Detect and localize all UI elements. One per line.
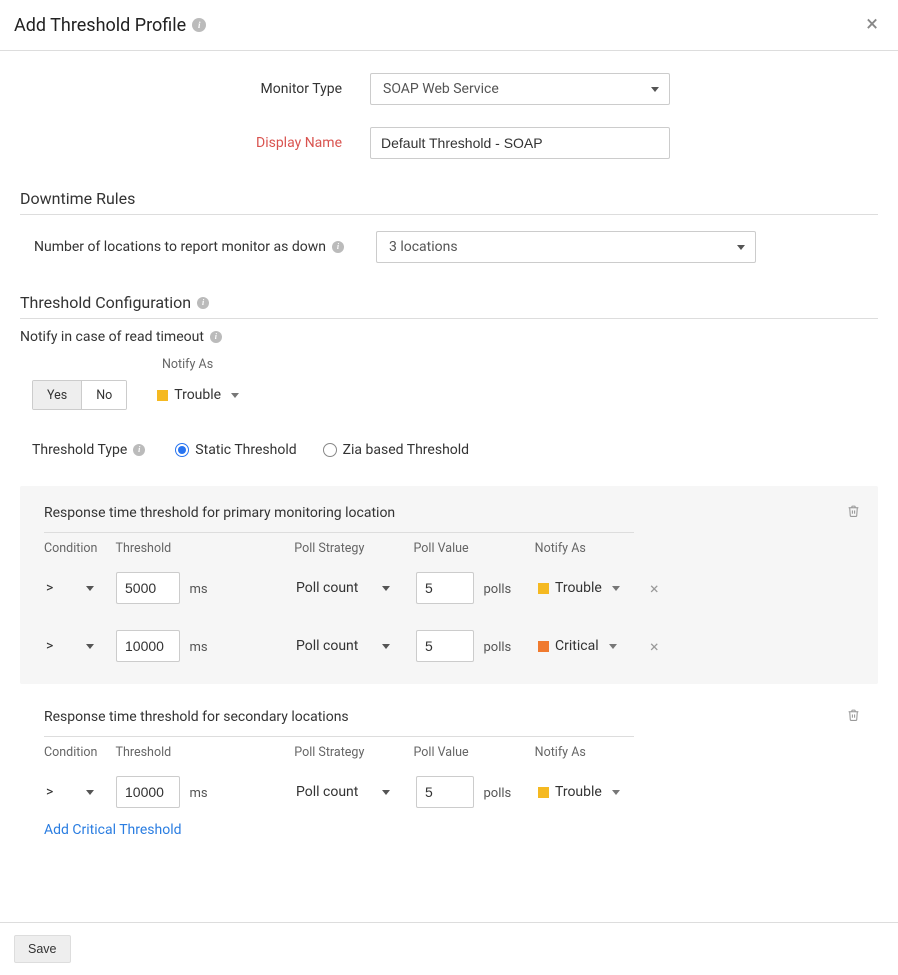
unit-ms: ms — [189, 582, 207, 597]
threshold-input[interactable] — [116, 572, 180, 604]
radio-icon — [323, 443, 337, 457]
threshold-row: > ms Poll count polls — [44, 776, 860, 808]
locations-value: 3 locations — [389, 239, 458, 255]
display-name-label: Display Name — [20, 135, 370, 151]
col-condition: Condition — [44, 745, 116, 760]
locations-select[interactable]: 3 locations — [376, 231, 756, 263]
display-name-input[interactable] — [370, 127, 670, 159]
dialog-title-wrap: Add Threshold Profile i — [14, 15, 206, 36]
col-strategy: Poll Strategy — [294, 541, 413, 556]
condition-select[interactable]: > — [44, 776, 100, 808]
chevron-down-icon — [382, 644, 390, 649]
dialog-header: Add Threshold Profile i × — [0, 0, 898, 51]
secondary-threshold-block: Response time threshold for secondary lo… — [20, 690, 878, 860]
trash-icon[interactable] — [847, 504, 860, 522]
trouble-status-icon — [538, 787, 549, 798]
trouble-status-icon — [538, 583, 549, 594]
add-critical-threshold-link[interactable]: Add Critical Threshold — [44, 822, 182, 838]
monitor-type-value: SOAP Web Service — [383, 81, 499, 97]
threshold-input[interactable] — [116, 630, 180, 662]
close-icon[interactable]: × — [866, 14, 878, 36]
notify-as-label: Notify As — [162, 357, 878, 372]
locations-label: Number of locations to report monitor as… — [34, 239, 326, 255]
chevron-down-icon — [612, 790, 620, 795]
poll-value-input[interactable] — [416, 572, 474, 604]
poll-value-input[interactable] — [416, 776, 474, 808]
notify-as-select[interactable]: Trouble — [538, 580, 638, 596]
chevron-down-icon — [612, 586, 620, 591]
trash-icon[interactable] — [847, 708, 860, 726]
radio-static-threshold[interactable]: Static Threshold — [175, 442, 296, 458]
chevron-down-icon — [86, 790, 94, 795]
col-threshold: Threshold — [116, 541, 295, 556]
col-notify: Notify As — [535, 745, 634, 760]
threshold-input[interactable] — [116, 776, 180, 808]
save-button[interactable]: Save — [14, 935, 71, 963]
poll-strategy-select[interactable]: Poll count — [296, 630, 396, 662]
secondary-block-title: Response time threshold for secondary lo… — [44, 709, 349, 725]
col-strategy: Poll Strategy — [294, 745, 413, 760]
poll-strategy-select[interactable]: Poll count — [296, 776, 396, 808]
read-timeout-label: Notify in case of read timeout — [20, 329, 204, 345]
col-threshold: Threshold — [116, 745, 295, 760]
remove-row-icon[interactable]: × — [650, 637, 659, 656]
chevron-down-icon — [737, 245, 745, 250]
threshold-config-title: Threshold Configuration i — [20, 293, 878, 319]
poll-strategy-select[interactable]: Poll count — [296, 572, 396, 604]
condition-select[interactable]: > — [44, 572, 100, 604]
col-condition: Condition — [44, 541, 116, 556]
info-icon[interactable]: i — [210, 331, 222, 343]
unit-ms: ms — [189, 640, 207, 655]
chevron-down-icon — [609, 644, 617, 649]
unit-polls: polls — [483, 786, 511, 801]
toggle-yes[interactable]: Yes — [33, 381, 82, 409]
threshold-type-label: Threshold Type — [32, 442, 127, 458]
primary-threshold-block: Response time threshold for primary moni… — [20, 486, 878, 684]
unit-polls: polls — [483, 640, 511, 655]
notify-status-select[interactable]: Trouble — [157, 387, 239, 403]
dialog-title: Add Threshold Profile — [14, 15, 186, 36]
poll-value-input[interactable] — [416, 630, 474, 662]
col-notify: Notify As — [535, 541, 634, 556]
info-icon[interactable]: i — [332, 241, 344, 253]
trouble-status-icon — [157, 390, 168, 401]
chevron-down-icon — [86, 644, 94, 649]
threshold-row: > ms Poll count polls — [44, 630, 860, 662]
toggle-no[interactable]: No — [82, 381, 126, 409]
radio-icon — [175, 443, 189, 457]
chevron-down-icon — [86, 586, 94, 591]
dialog-footer: Save — [0, 922, 898, 975]
remove-row-icon[interactable]: × — [650, 579, 659, 598]
downtime-rules-title: Downtime Rules — [20, 189, 878, 215]
notify-status-value: Trouble — [174, 387, 221, 403]
info-icon[interactable]: i — [192, 18, 206, 32]
col-pollvalue: Poll Value — [413, 541, 534, 556]
chevron-down-icon — [231, 393, 239, 398]
critical-status-icon — [538, 641, 549, 652]
info-icon[interactable]: i — [133, 444, 145, 456]
chevron-down-icon — [382, 790, 390, 795]
condition-select[interactable]: > — [44, 630, 100, 662]
col-pollvalue: Poll Value — [413, 745, 534, 760]
info-icon[interactable]: i — [197, 297, 209, 309]
threshold-row: > ms Poll count polls — [44, 572, 860, 604]
unit-ms: ms — [189, 786, 207, 801]
primary-block-title: Response time threshold for primary moni… — [44, 505, 395, 521]
read-timeout-toggle: Yes No — [32, 380, 127, 410]
unit-polls: polls — [483, 582, 511, 597]
monitor-type-select[interactable]: SOAP Web Service — [370, 73, 670, 105]
monitor-type-label: Monitor Type — [20, 81, 370, 97]
chevron-down-icon — [382, 586, 390, 591]
notify-as-select[interactable]: Critical — [538, 638, 638, 654]
notify-as-select[interactable]: Trouble — [538, 784, 638, 800]
radio-zia-threshold[interactable]: Zia based Threshold — [323, 442, 469, 458]
chevron-down-icon — [651, 87, 659, 92]
